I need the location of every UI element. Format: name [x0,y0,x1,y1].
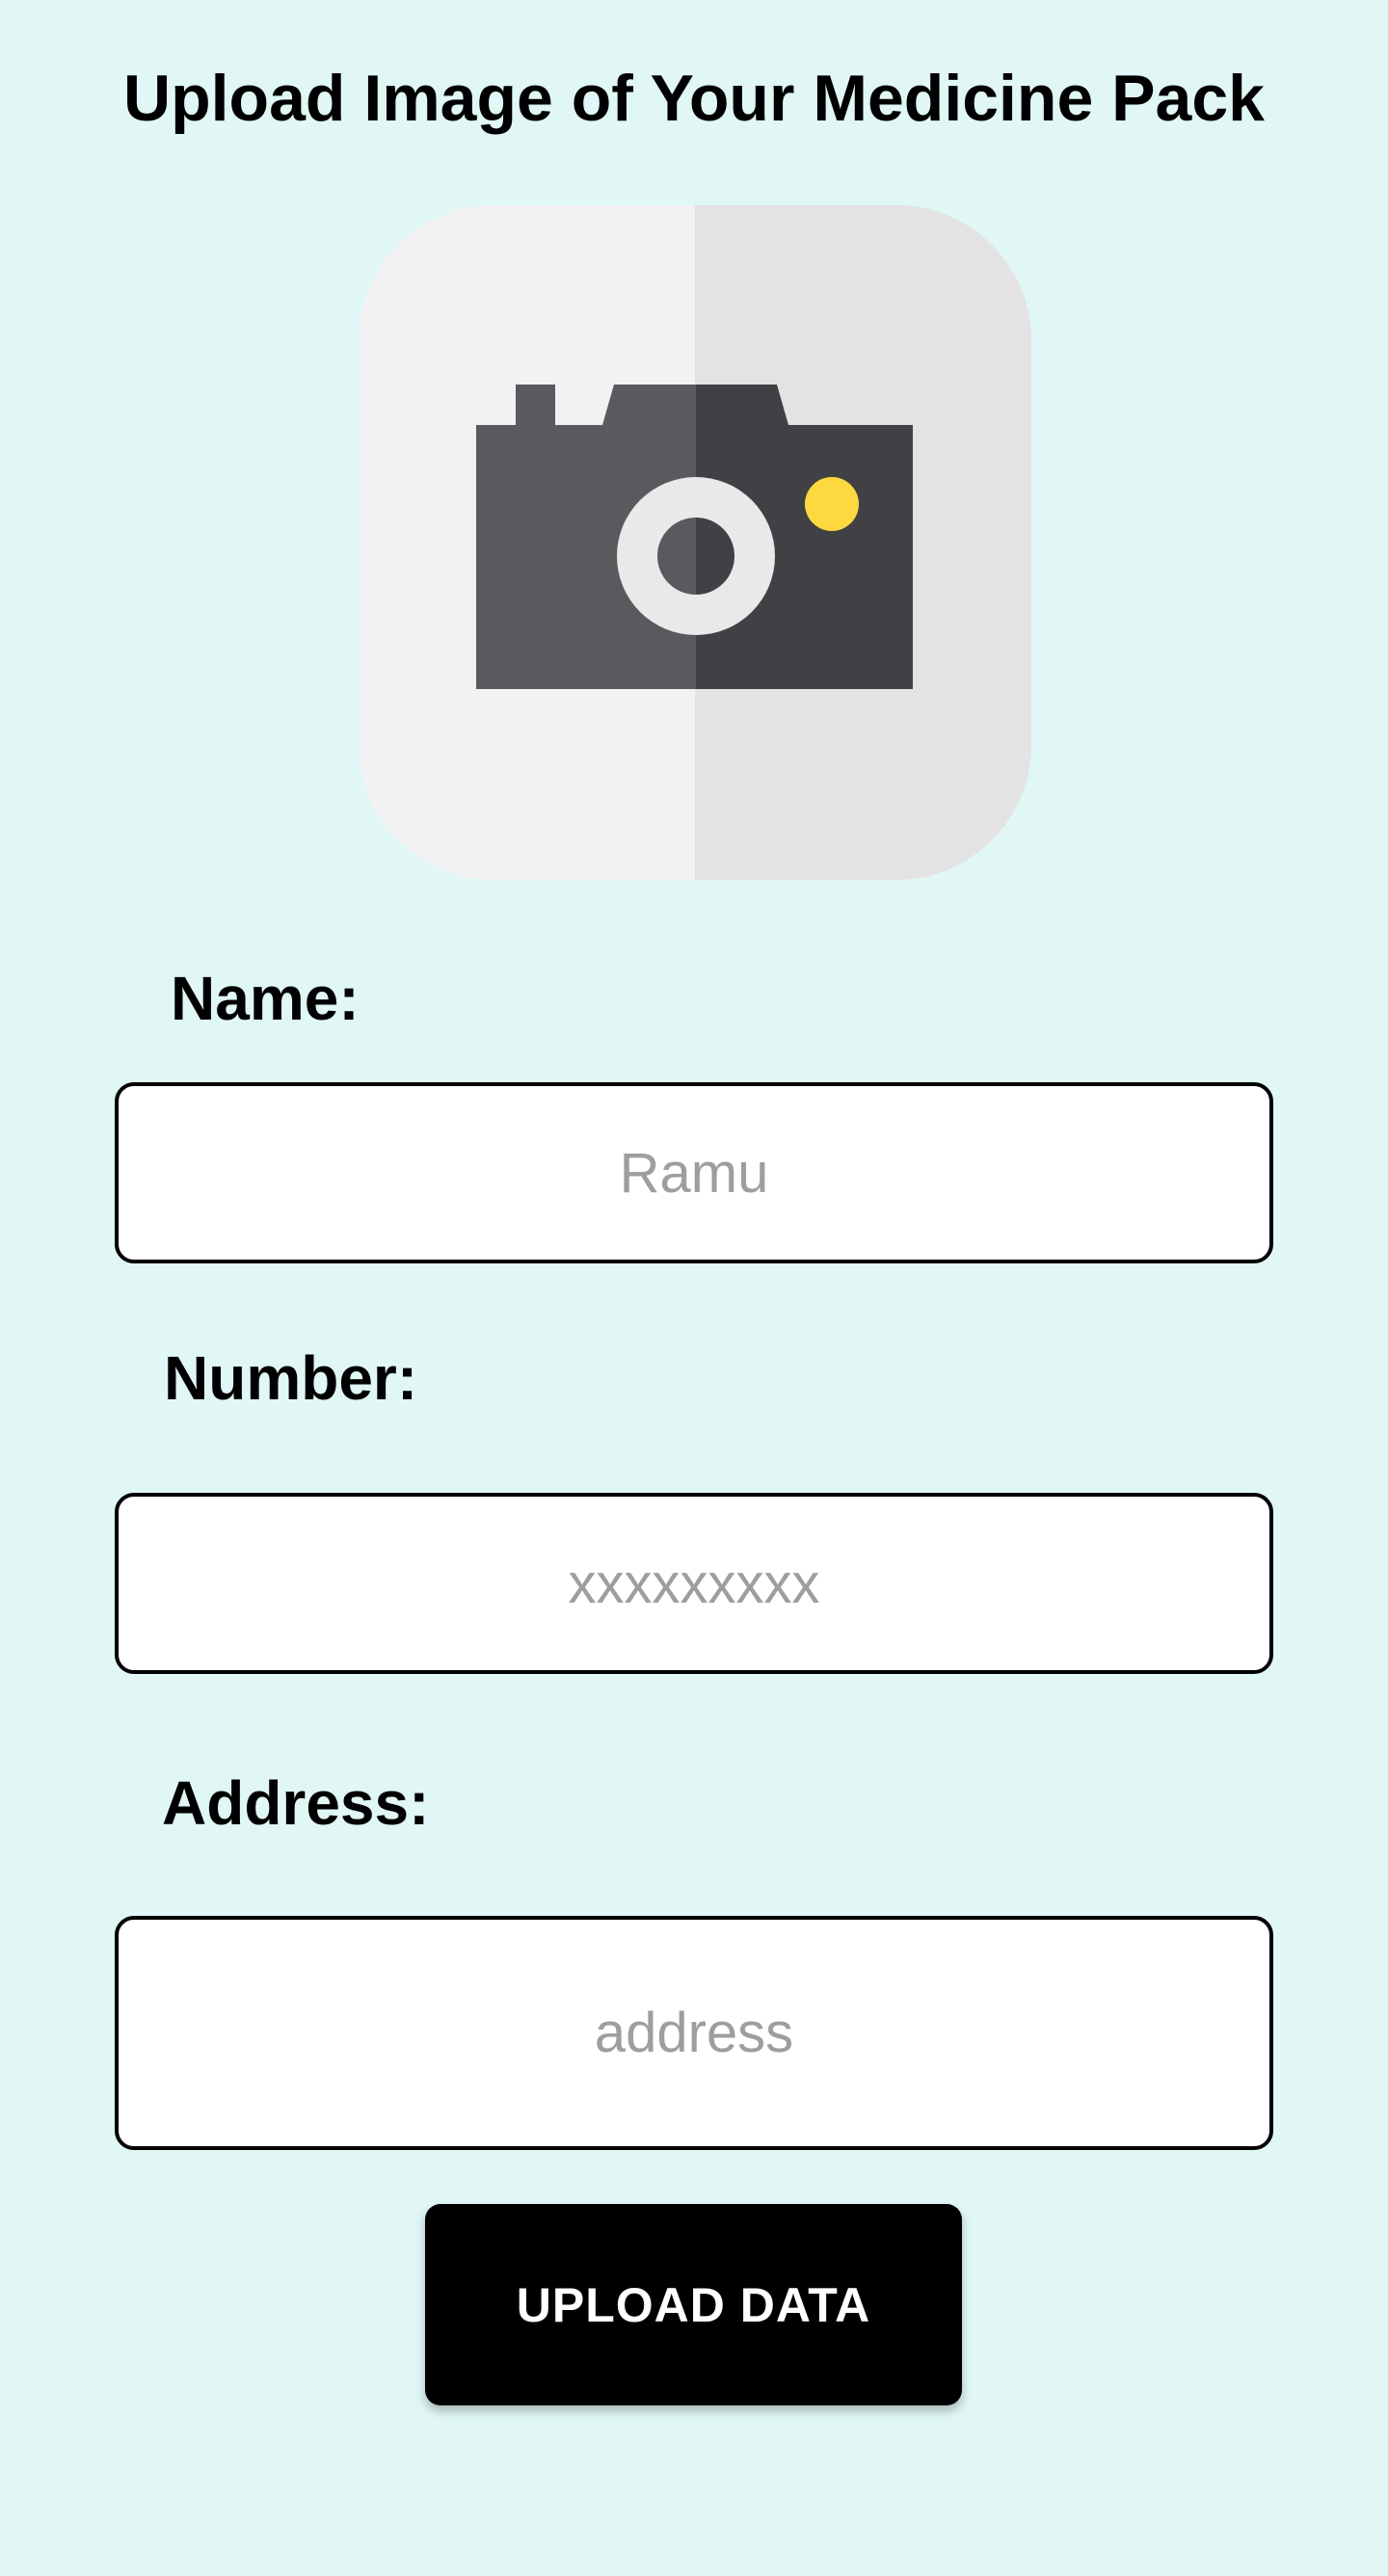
name-label: Name: [171,964,360,1033]
number-label: Number: [164,1343,418,1413]
image-picker[interactable] [359,205,1031,880]
number-input[interactable] [115,1493,1273,1674]
page-title: Upload Image of Your Medicine Pack [123,62,1265,135]
address-label: Address: [162,1768,430,1838]
address-input[interactable] [115,1916,1273,2150]
camera-icon [476,385,913,689]
name-input[interactable] [115,1082,1273,1263]
upload-data-button[interactable]: UPLOAD DATA [425,2204,962,2405]
